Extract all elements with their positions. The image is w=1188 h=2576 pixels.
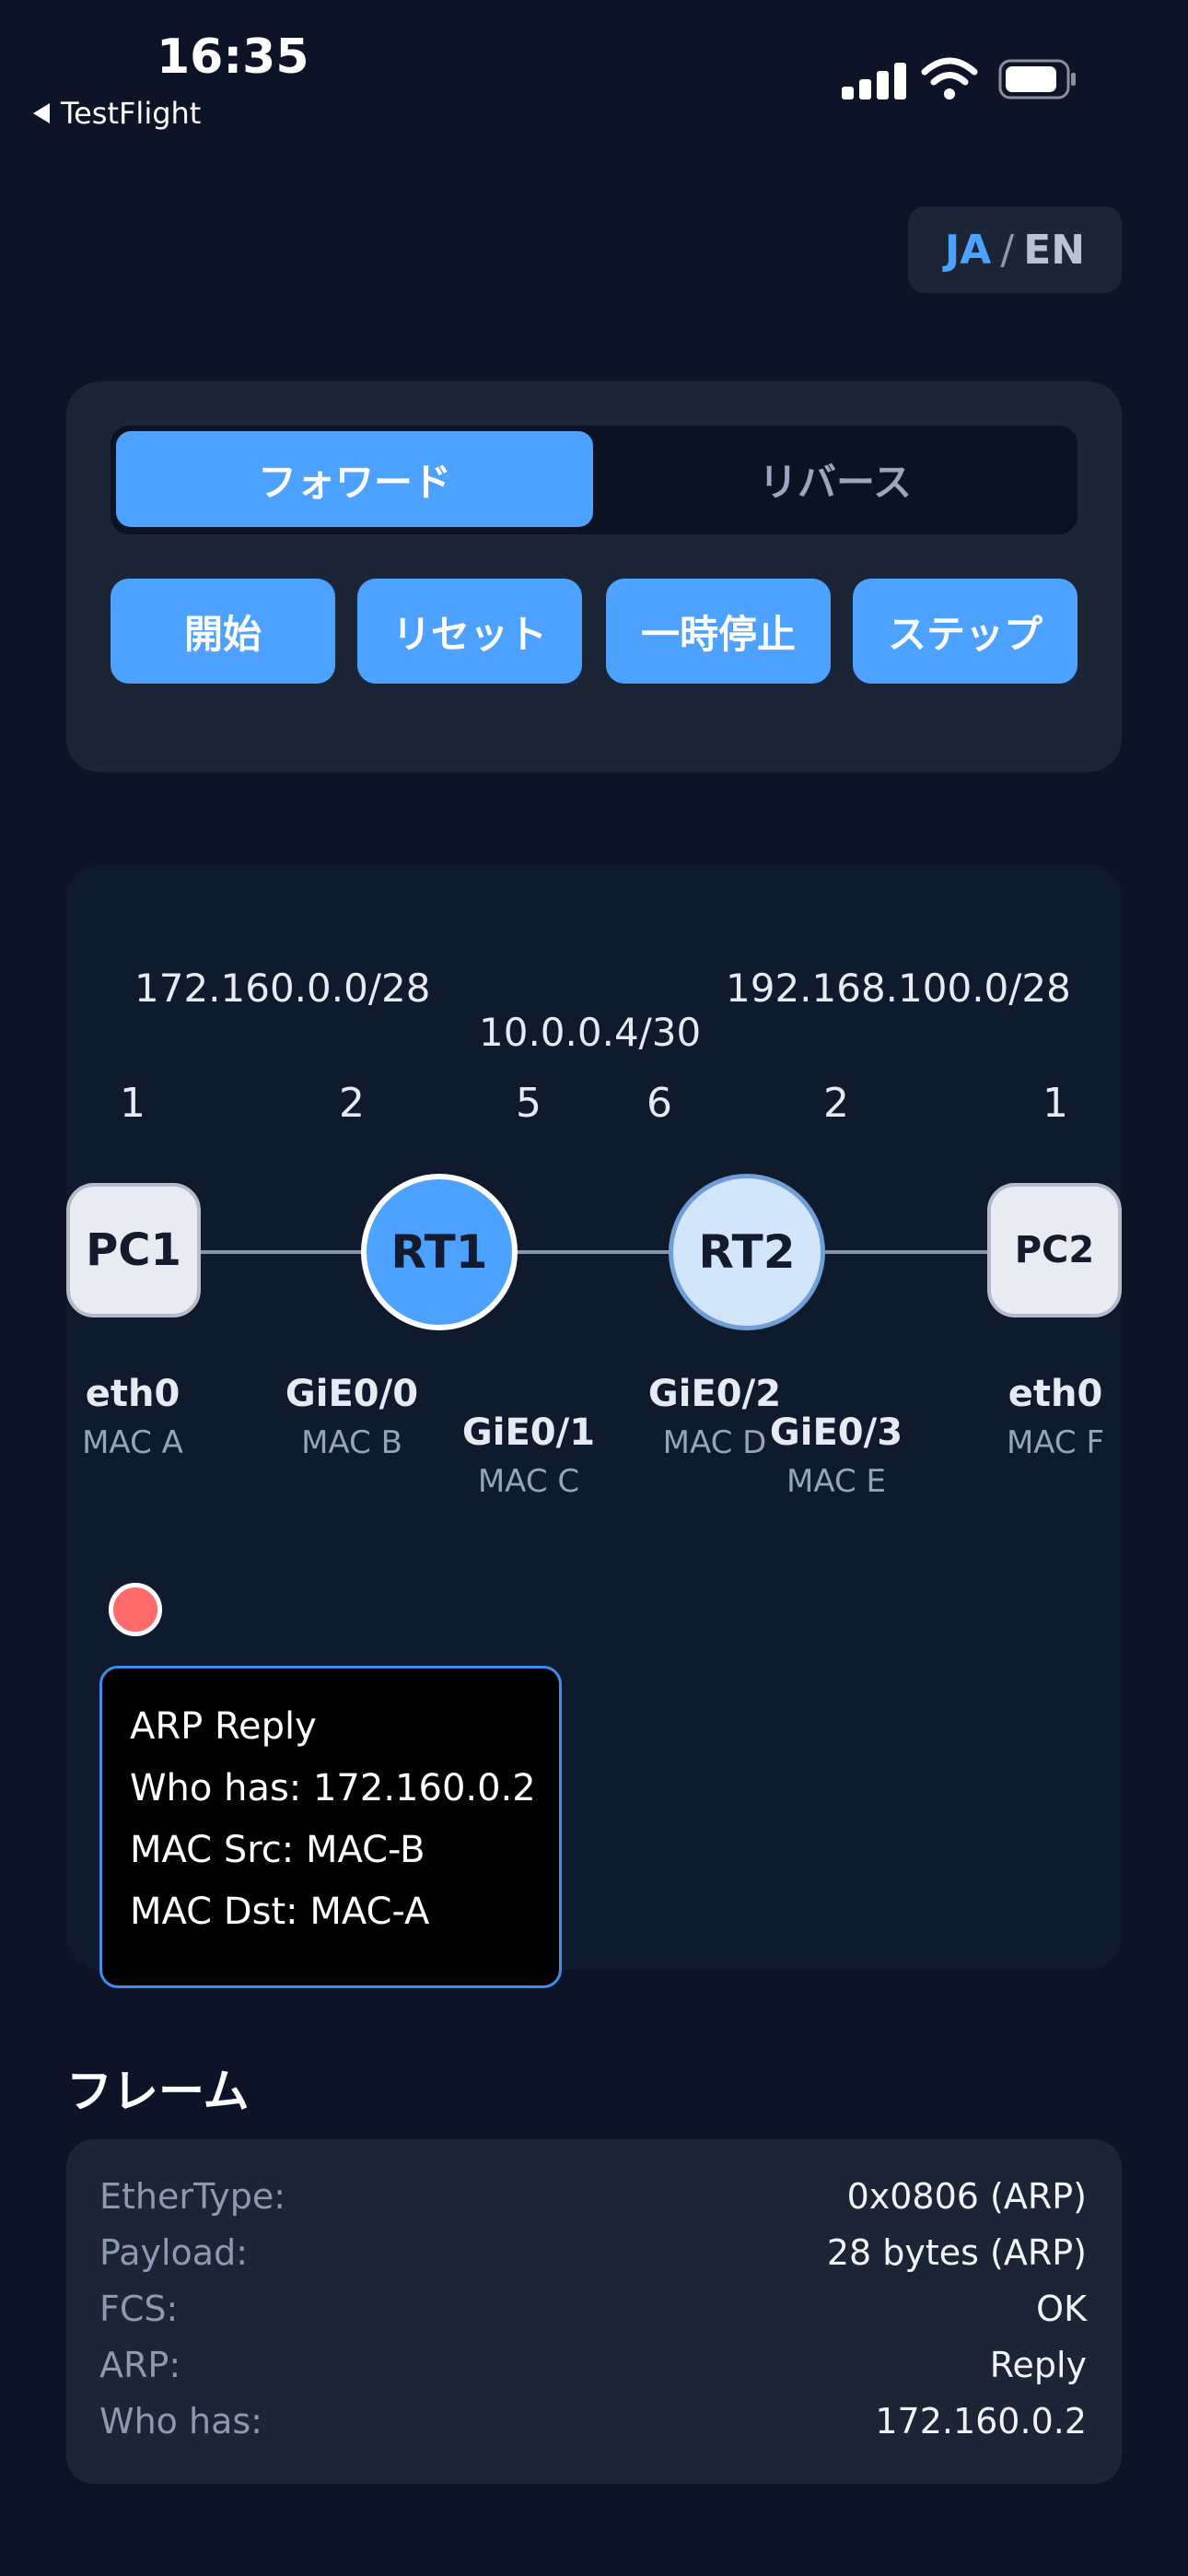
if-rt1-left-mac: MAC B bbox=[301, 1424, 402, 1461]
battery-icon bbox=[998, 59, 1076, 100]
signal-icon bbox=[842, 61, 906, 100]
frame-key: Who has: bbox=[99, 2401, 262, 2441]
frame-section-title: フレーム bbox=[66, 2065, 250, 2118]
frame-row: EtherType: 0x0806 (ARP) bbox=[99, 2169, 1087, 2224]
if-pc2-mac: MAC F bbox=[1006, 1424, 1105, 1461]
frame-row: Who has: 172.160.0.2 bbox=[99, 2394, 1087, 2449]
if-rt2-right-name: GiE0/3 bbox=[769, 1411, 903, 1454]
port-rt2-left: 6 bbox=[646, 1080, 672, 1127]
pause-button[interactable]: 一時停止 bbox=[606, 579, 831, 684]
status-time: 16:35 bbox=[157, 29, 309, 85]
node-pc1[interactable]: PC1 bbox=[66, 1183, 201, 1317]
back-to-testflight-link[interactable]: TestFlight bbox=[33, 96, 201, 131]
node-pc2[interactable]: PC2 bbox=[987, 1183, 1122, 1317]
frame-value: 172.160.0.2 bbox=[875, 2401, 1087, 2441]
back-label: TestFlight bbox=[61, 96, 202, 131]
lang-en-option[interactable]: EN bbox=[1023, 227, 1085, 274]
port-rt1-left: 2 bbox=[339, 1080, 365, 1127]
frame-value: OK bbox=[1036, 2289, 1087, 2329]
frame-key: ARP: bbox=[99, 2345, 181, 2385]
packet-dot[interactable] bbox=[109, 1583, 162, 1636]
if-rt2-right-mac: MAC E bbox=[786, 1463, 887, 1500]
if-rt1-right-name: GiE0/1 bbox=[461, 1411, 596, 1454]
back-arrow-icon bbox=[33, 103, 50, 123]
if-rt1-right-mac: MAC C bbox=[477, 1463, 580, 1500]
packet-mac-dst: MAC Dst: MAC-A bbox=[130, 1891, 430, 1933]
if-rt2-left-name: GiE0/2 bbox=[647, 1373, 782, 1415]
frame-value: 0x0806 (ARP) bbox=[846, 2176, 1087, 2217]
forward-tab[interactable]: フォワード bbox=[116, 431, 593, 527]
link-rt1-rt2 bbox=[516, 1250, 672, 1254]
port-pc2: 1 bbox=[1042, 1080, 1068, 1127]
wifi-icon bbox=[921, 57, 978, 100]
frame-key: FCS: bbox=[99, 2289, 179, 2329]
port-rt2-right: 2 bbox=[823, 1080, 849, 1127]
step-button[interactable]: ステップ bbox=[853, 579, 1077, 684]
subnet-middle-label: 10.0.0.4/30 bbox=[479, 1010, 702, 1055]
frame-row: Payload: 28 bytes (ARP) bbox=[99, 2225, 1087, 2280]
language-toggle[interactable]: JA / EN bbox=[908, 206, 1122, 293]
link-rt2-pc2 bbox=[823, 1250, 989, 1254]
frame-row: FCS: OK bbox=[99, 2281, 1087, 2336]
link-pc1-rt1 bbox=[201, 1250, 363, 1254]
lang-separator: / bbox=[1000, 226, 1015, 274]
packet-type: ARP Reply bbox=[130, 1705, 317, 1748]
frame-value: 28 bytes (ARP) bbox=[826, 2232, 1087, 2273]
frame-row: ARP: Reply bbox=[99, 2337, 1087, 2393]
port-pc1: 1 bbox=[120, 1080, 146, 1127]
frame-value: Reply bbox=[989, 2345, 1087, 2385]
frame-key: EtherType: bbox=[99, 2176, 286, 2217]
reverse-tab[interactable]: リバース bbox=[599, 431, 1072, 527]
node-rt1[interactable]: RT1 bbox=[361, 1174, 518, 1330]
port-rt1-right: 5 bbox=[516, 1080, 542, 1127]
if-rt1-left-name: GiE0/0 bbox=[285, 1373, 419, 1415]
frame-key: Payload: bbox=[99, 2232, 248, 2273]
reset-button[interactable]: リセット bbox=[357, 579, 582, 684]
if-pc1-mac: MAC A bbox=[82, 1424, 183, 1461]
packet-who-has: Who has: 172.160.0.2 bbox=[130, 1767, 536, 1809]
packet-mac-src: MAC Src: MAC-B bbox=[130, 1829, 425, 1871]
subnet-left-label: 172.160.0.0/28 bbox=[134, 966, 431, 1011]
packet-tooltip: ARP Reply Who has: 172.160.0.2 MAC Src: … bbox=[99, 1666, 562, 1988]
subnet-right-label: 192.168.100.0/28 bbox=[726, 966, 1071, 1011]
node-rt2[interactable]: RT2 bbox=[669, 1174, 825, 1330]
if-pc1-name: eth0 bbox=[85, 1373, 181, 1415]
if-pc2-name: eth0 bbox=[1007, 1373, 1103, 1415]
lang-ja-option[interactable]: JA bbox=[945, 227, 991, 274]
start-button[interactable]: 開始 bbox=[111, 579, 335, 684]
